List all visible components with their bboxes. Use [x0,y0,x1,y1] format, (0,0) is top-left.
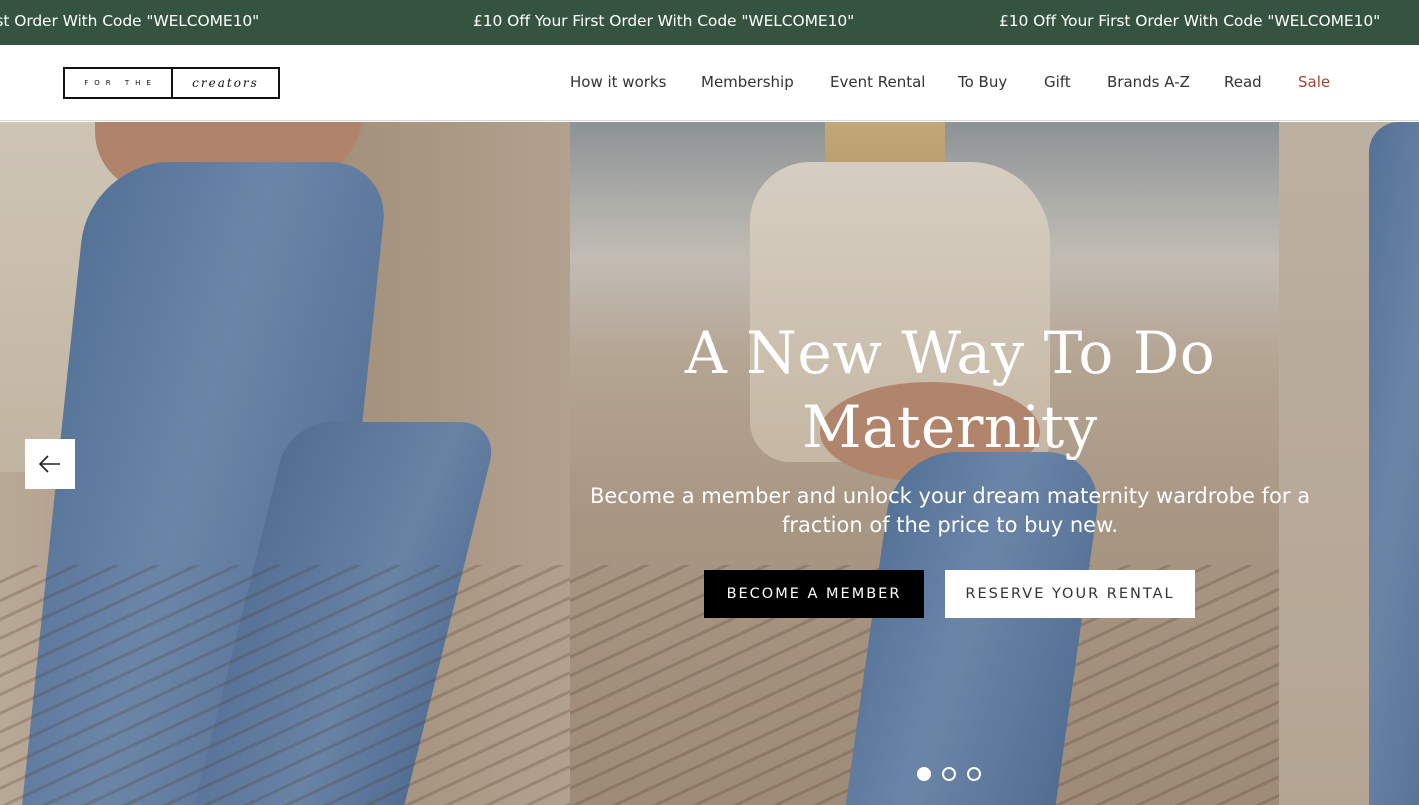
announcement-message: £10 Off Your First Order With Code "WELC… [999,12,1381,30]
slide-dot-2[interactable] [942,767,956,781]
nav-how-it-works[interactable]: How it works [570,73,666,91]
slide-indicators [917,767,981,781]
announcement-message: £10 Off Your First Order With Code "WELC… [473,12,855,30]
hero-subtitle: Become a member and unlock your dream ma… [589,484,1311,537]
main-nav: How it works Membership Event Rental To … [0,73,1419,95]
hero-slideshow: A New Way To Do Maternity Become a membe… [0,122,1419,805]
reserve-rental-button[interactable]: RESERVE YOUR RENTAL [945,570,1195,618]
nav-sale[interactable]: Sale [1298,73,1330,91]
previous-slide-button[interactable] [25,439,75,489]
nav-brands-a-z[interactable]: Brands A-Z [1107,73,1190,91]
slide-dot-3[interactable] [967,767,981,781]
nav-read[interactable]: Read [1224,73,1262,91]
nav-to-buy[interactable]: To Buy [958,73,1007,91]
hero-title: A New Way To Do Maternity [684,319,1216,461]
become-member-button[interactable]: BECOME A MEMBER [704,570,924,618]
announcement-message: £10 Off Your First Order With Code "WELC… [0,12,260,30]
nav-membership[interactable]: Membership [701,73,794,91]
arrow-left-icon [39,455,60,473]
nav-event-rental[interactable]: Event Rental [830,73,925,91]
slide-dot-1[interactable] [917,767,931,781]
announcement-bar: £10 Off Your First Order With Code "WELC… [0,0,1419,45]
site-header: FOR THE creators How it works Membership… [0,45,1419,121]
nav-gift[interactable]: Gift [1044,73,1071,91]
